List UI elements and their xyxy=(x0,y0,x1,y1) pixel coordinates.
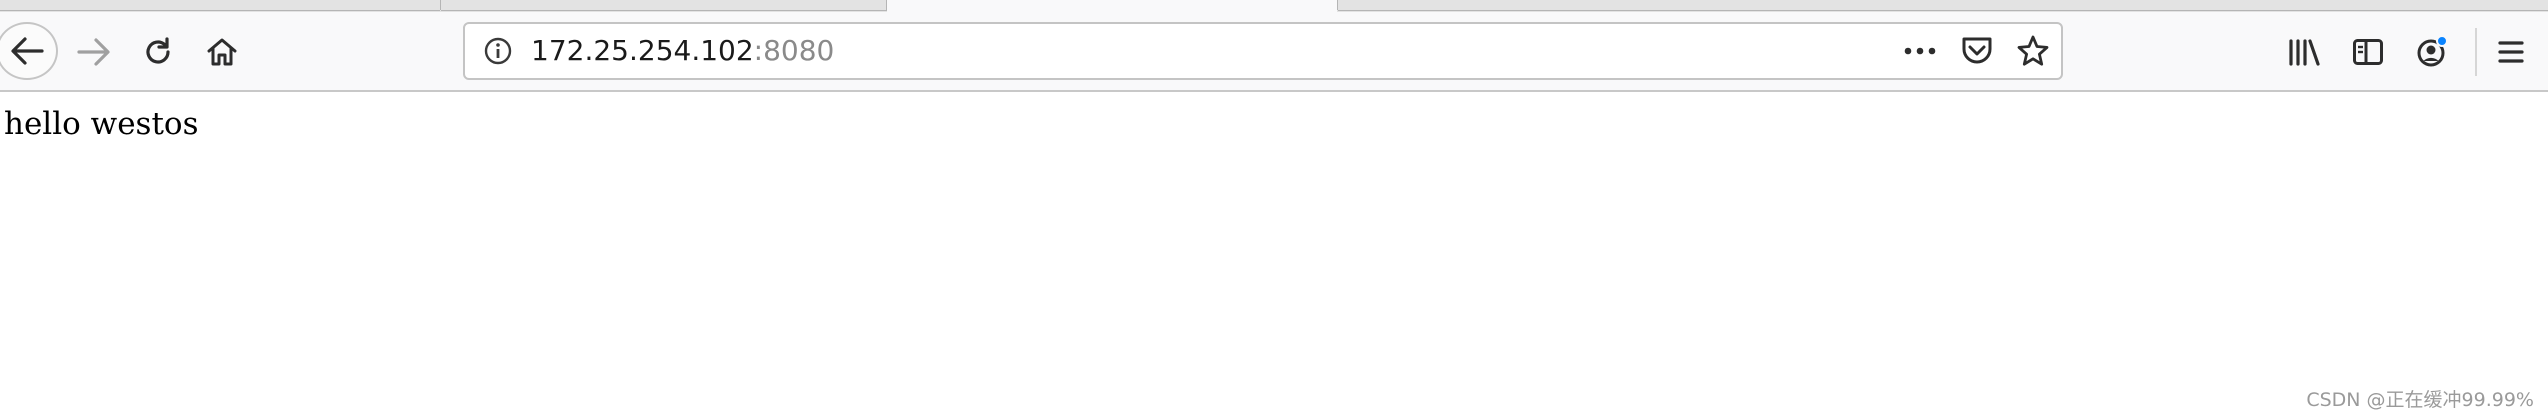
toolbar-separator xyxy=(2475,28,2477,76)
url-host: 172.25.254.102 xyxy=(531,34,754,67)
sidebar-icon xyxy=(2352,37,2384,67)
library-icon xyxy=(2287,37,2321,67)
menu-button[interactable] xyxy=(2491,32,2531,72)
tab-inactive-2[interactable] xyxy=(441,0,887,11)
home-icon xyxy=(206,36,238,68)
reload-icon xyxy=(142,36,174,68)
tab-strip xyxy=(0,0,2548,12)
hamburger-menu-icon xyxy=(2497,39,2525,65)
watermark: CSDN @正在缓冲99.99% xyxy=(2306,389,2534,411)
back-arrow-icon xyxy=(10,36,44,66)
star-icon[interactable] xyxy=(2016,34,2050,68)
tab-active[interactable] xyxy=(887,0,1337,12)
back-button[interactable] xyxy=(0,22,58,80)
account-button[interactable] xyxy=(2412,32,2452,72)
page-body-text: hello westos xyxy=(4,106,199,142)
navigation-toolbar: 172.25.254.102:8080 xyxy=(0,12,2548,92)
tab-inactive-1[interactable] xyxy=(0,0,440,11)
forward-arrow-icon xyxy=(77,37,111,67)
address-bar[interactable]: 172.25.254.102:8080 xyxy=(463,22,2063,80)
info-icon[interactable] xyxy=(483,36,513,66)
tab-inactive-3[interactable] xyxy=(1338,0,2548,11)
library-button[interactable] xyxy=(2284,32,2324,72)
url-port: :8080 xyxy=(753,34,835,67)
pocket-icon[interactable] xyxy=(1960,35,1994,67)
reload-button[interactable] xyxy=(138,32,178,72)
more-dots-icon[interactable] xyxy=(1902,36,1938,66)
forward-button[interactable] xyxy=(74,32,114,72)
sidebar-button[interactable] xyxy=(2348,32,2388,72)
url-text[interactable]: 172.25.254.102:8080 xyxy=(531,24,834,78)
home-button[interactable] xyxy=(202,32,242,72)
account-icon xyxy=(2415,35,2449,69)
notification-dot xyxy=(2436,35,2448,47)
